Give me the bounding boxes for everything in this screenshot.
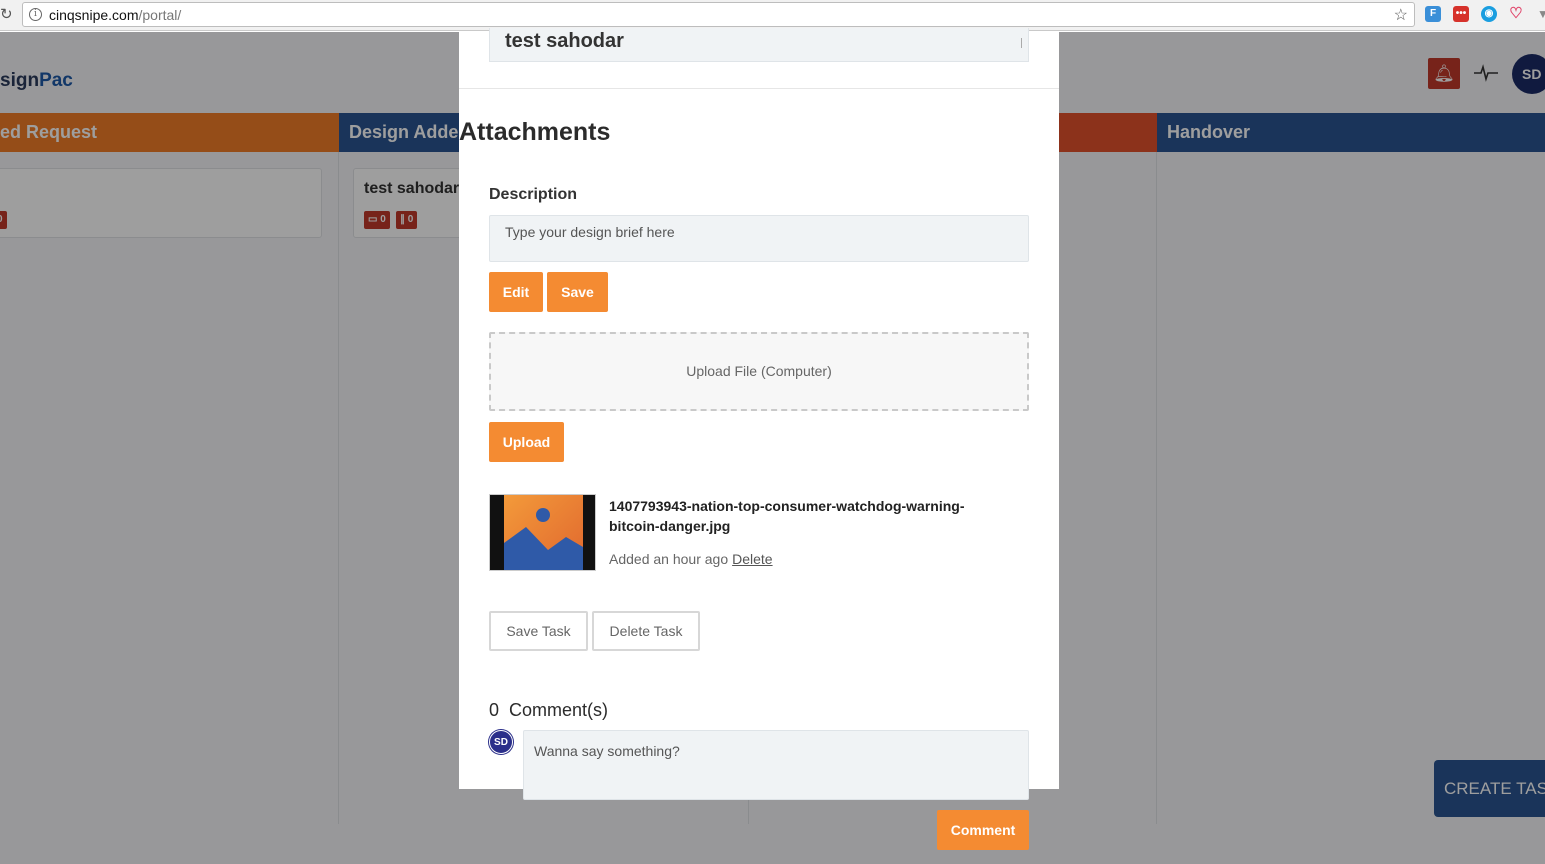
edit-button[interactable]: Edit [489,272,543,312]
description-label: Description [489,186,578,203]
comments-count: 0 [489,700,500,720]
image-placeholder-icon [490,495,595,570]
url-text: cinqsnipe.com/portal/ [49,7,181,23]
commenter-avatar: SD [489,730,513,754]
attachments-heading: Attachments [459,118,611,146]
description-field[interactable]: Type your design brief here [489,215,1029,262]
delete-task-button[interactable]: Delete Task [592,611,700,651]
bookmark-star-icon[interactable]: ☆ [1394,5,1408,25]
extension-menu-icon[interactable]: ▼ [1535,6,1545,22]
url-path: /portal/ [138,7,182,23]
file-dropzone[interactable]: Upload File (Computer) [489,332,1029,411]
save-button[interactable]: Save [547,272,608,312]
save-task-button[interactable]: Save Task [489,611,588,651]
attachment-added-text: Added an hour ago [609,551,729,567]
divider [459,88,1059,89]
comments-heading: 0 Comment(s) [489,700,608,721]
task-title-input[interactable]: test sahodar [489,28,1029,62]
reload-icon[interactable]: ↻ [0,5,13,23]
site-info-icon[interactable]: i [29,8,42,21]
url-host: cinqsnipe.com [49,7,139,23]
attachment-thumbnail[interactable] [489,494,596,571]
extension-icon[interactable]: ◉ [1481,6,1497,22]
upload-button[interactable]: Upload [489,422,564,462]
heart-icon[interactable]: ♡ [1508,6,1524,22]
comment-button[interactable]: Comment [937,810,1029,850]
extension-icon[interactable]: F [1425,6,1441,22]
comment-input[interactable]: Wanna say something? [523,730,1029,800]
resize-handle [1021,38,1022,48]
task-modal: test sahodar Attachments Description Typ… [459,28,1059,789]
address-bar[interactable]: i cinqsnipe.com/portal/ ☆ [22,2,1415,27]
attachment-file-name: 1407793943-nation-top-consumer-watchdog-… [609,498,965,534]
attachment-meta: Added an hour ago Delete [609,551,773,567]
extension-icon[interactable]: ••• [1453,6,1469,22]
delete-attachment-link[interactable]: Delete [732,551,772,567]
browser-toolbar: ↻ i cinqsnipe.com/portal/ ☆ F ••• ◉ ♡ ▼ [0,0,1545,31]
comments-label: Comment(s) [509,700,609,720]
